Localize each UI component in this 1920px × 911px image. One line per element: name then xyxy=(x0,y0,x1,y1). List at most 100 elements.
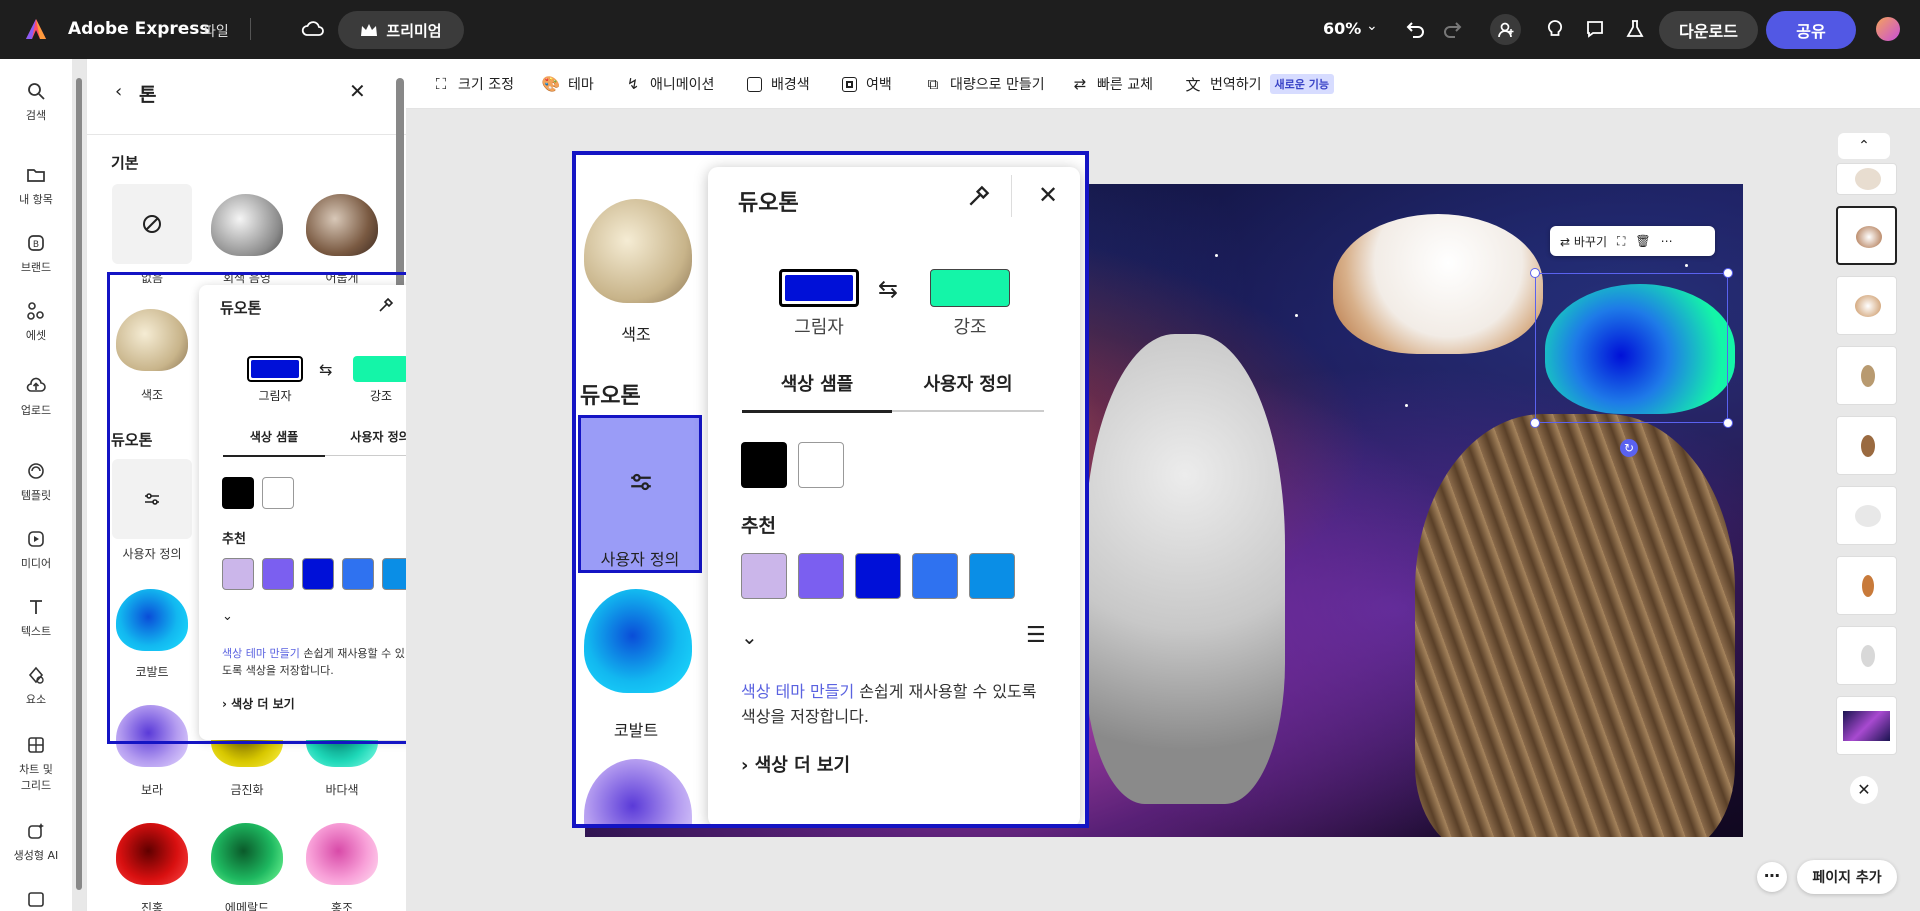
selection-box[interactable] xyxy=(1535,273,1728,423)
tool-quick-replace[interactable]: ⇄ 빠른 교체 xyxy=(1071,74,1153,94)
rail-item-elements[interactable]: 요소 xyxy=(0,665,72,707)
rail-item-assets[interactable]: 에셋 xyxy=(0,301,72,343)
duotone-emerald-tile[interactable] xyxy=(207,813,287,893)
rail-item-charts-grids[interactable]: 차트 및 그리드 xyxy=(0,735,72,793)
crop-icon[interactable]: ⛶ xyxy=(1617,234,1625,249)
resize-handle[interactable] xyxy=(1723,418,1733,428)
page-thumbnail[interactable] xyxy=(1836,346,1897,405)
rail-item-templates[interactable]: 템플릿 xyxy=(0,461,72,503)
redo-icon[interactable] xyxy=(1441,16,1467,42)
new-feature-badge: 새로운 기능 xyxy=(1269,74,1334,94)
template-icon xyxy=(28,463,44,479)
file-menu[interactable]: 파일 xyxy=(203,21,229,41)
tool-animation[interactable]: ↯ 애니메이션 xyxy=(624,74,715,94)
comment-icon[interactable] xyxy=(1582,16,1608,42)
rotate-handle[interactable]: ↻ xyxy=(1620,439,1638,457)
resize-handle[interactable] xyxy=(1530,418,1540,428)
brand-icon: B xyxy=(28,235,44,251)
rail-item-brand[interactable]: B 브랜드 xyxy=(0,233,72,275)
zoomed-purple-tile xyxy=(580,755,694,824)
duotone-blush-tile[interactable] xyxy=(302,813,382,893)
zoomed-section-duotone: 듀오톤 xyxy=(580,384,641,409)
folder-icon xyxy=(27,169,45,182)
user-avatar[interactable] xyxy=(1876,17,1900,41)
selection-toolbar: ⇄ 바꾸기 ⛶ 🗑 ⋯ xyxy=(1550,226,1715,256)
page-toolbar: ⛶ 크기 조정 🎨 테마 ↯ 애니메이션 배경색 여백 ⧉ 대량으로 만들기 ⇄ 빠른 교… xyxy=(406,59,1920,109)
tool-label: 애니메이션 xyxy=(650,77,715,93)
recommended-swatch xyxy=(798,553,844,599)
rail-item-upload[interactable]: 업로드 xyxy=(0,376,72,418)
undo-icon[interactable] xyxy=(1401,16,1427,42)
zoomed-caption: 사용자 정의 xyxy=(600,550,680,569)
invite-user-icon[interactable] xyxy=(1490,14,1521,45)
tabby-cat-image[interactable] xyxy=(1415,414,1735,837)
rail-scrollbar[interactable] xyxy=(74,78,84,900)
tool-background-color[interactable]: 배경색 xyxy=(745,74,810,94)
close-icon[interactable]: ✕ xyxy=(1850,776,1878,804)
rail-item-text[interactable]: 텍스트 xyxy=(0,597,72,639)
rail-label: 브랜드 xyxy=(20,261,52,274)
guinea-pig-image[interactable] xyxy=(1333,214,1543,354)
panel-title: 톤 xyxy=(139,84,157,106)
resize-handle[interactable] xyxy=(1723,268,1733,278)
highlight-label: 강조 xyxy=(953,317,987,338)
replace-button[interactable]: ⇄ 바꾸기 xyxy=(1560,233,1607,250)
page-thumbnail[interactable] xyxy=(1836,163,1897,195)
page-thumbnail[interactable] xyxy=(1836,486,1897,545)
trash-icon[interactable]: 🗑 xyxy=(1635,234,1650,248)
resize-handle[interactable] xyxy=(1530,268,1540,278)
download-button[interactable]: 다운로드 xyxy=(1659,11,1758,49)
tool-label: 빠른 교체 xyxy=(1097,77,1153,93)
rail-item-my-items[interactable]: 내 항목 xyxy=(0,165,72,207)
more-options-icon[interactable]: ⋯ xyxy=(1661,234,1673,248)
page-thumbnail[interactable] xyxy=(1836,626,1897,685)
rail-item-generative-ai[interactable]: 생성형 AI xyxy=(0,821,72,863)
page-thumbnail[interactable] xyxy=(1836,696,1897,755)
back-icon[interactable]: ‹ xyxy=(115,81,122,102)
tone-grayscale-tile[interactable] xyxy=(207,184,287,264)
page-thumbnail[interactable] xyxy=(1836,416,1897,475)
tool-label: 배경색 xyxy=(771,77,810,93)
close-icon[interactable]: ✕ xyxy=(349,79,366,103)
white-cat-image[interactable] xyxy=(1085,334,1285,804)
tool-bulk-create[interactable]: ⧉ 대량으로 만들기 xyxy=(924,74,1045,94)
share-button[interactable]: 공유 xyxy=(1766,11,1856,49)
popup-title: 듀오톤 xyxy=(738,191,799,216)
page-thumbnail-active[interactable] xyxy=(1836,206,1897,265)
rail-label: 내 항목 xyxy=(19,193,53,206)
rail-item-media[interactable]: 미디어 xyxy=(0,529,72,571)
labs-flask-icon[interactable] xyxy=(1622,16,1648,42)
tile-caption: 바다색 xyxy=(325,783,359,797)
page-thumbnail[interactable] xyxy=(1836,276,1897,335)
tone-none-tile[interactable] xyxy=(112,184,192,264)
tool-margin[interactable]: 여백 xyxy=(840,74,892,94)
duotone-crimson-tile[interactable] xyxy=(112,813,192,893)
premium-button[interactable]: 프리미엄 xyxy=(338,11,464,49)
tool-resize[interactable]: ⛶ 크기 조정 xyxy=(432,74,514,94)
lightbulb-icon[interactable] xyxy=(1542,16,1568,42)
tool-theme[interactable]: 🎨 테마 xyxy=(542,74,594,94)
animation-icon: ↯ xyxy=(626,75,640,93)
rail-item-more[interactable] xyxy=(0,889,72,911)
chevron-down-icon: ⌄ xyxy=(741,625,758,649)
tone-darken-tile[interactable] xyxy=(302,184,382,264)
tool-translate[interactable]: 文 번역하기 새로운 기능 xyxy=(1184,74,1334,94)
rail-label: 업로드 xyxy=(20,404,52,417)
top-bar: Adobe Express 파일 프리미엄 60% ⌄ 다운로드 공유 xyxy=(0,0,1920,59)
cloud-save-icon[interactable] xyxy=(300,16,326,42)
adobe-express-logo[interactable] xyxy=(24,17,48,41)
page-thumbnail[interactable] xyxy=(1836,556,1897,615)
rail-item-search[interactable]: 검색 xyxy=(0,81,72,123)
more-colors-label: 색상 더 보기 xyxy=(754,755,851,776)
more-options-icon[interactable]: ⋯ xyxy=(1757,862,1787,892)
chevron-up-icon[interactable]: ⌃ xyxy=(1838,133,1890,159)
sample-white xyxy=(798,442,844,488)
divider xyxy=(250,18,251,40)
zoom-level[interactable]: 60% xyxy=(1323,19,1361,38)
app-title: Adobe Express xyxy=(68,19,210,39)
shadow-swatch xyxy=(779,269,859,307)
add-page-button[interactable]: 페이지 추가 xyxy=(1797,860,1897,894)
tab-color-samples: 색상 샘플 xyxy=(742,370,892,413)
recommend-label: 추천 xyxy=(741,515,776,537)
chevron-down-icon[interactable]: ⌄ xyxy=(1366,18,1378,34)
